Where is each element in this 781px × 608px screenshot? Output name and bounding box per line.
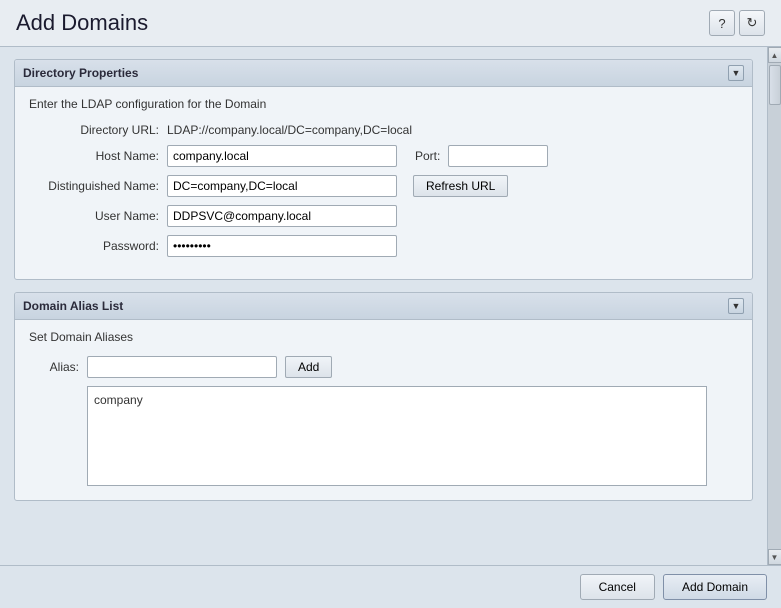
directory-url-label: Directory URL:	[29, 123, 159, 137]
user-name-label: User Name:	[29, 209, 159, 223]
collapse-icon: ▼	[732, 68, 741, 78]
directory-url-row: Directory URL: LDAP://company.local/DC=c…	[29, 123, 738, 137]
domain-alias-collapse-icon: ▼	[732, 301, 741, 311]
password-row: Password:	[29, 235, 738, 257]
host-name-label: Host Name:	[29, 149, 159, 163]
add-alias-button[interactable]: Add	[285, 356, 332, 378]
domain-alias-subtitle: Set Domain Aliases	[29, 330, 738, 344]
user-name-row: User Name:	[29, 205, 738, 227]
directory-properties-subtitle: Enter the LDAP configuration for the Dom…	[29, 97, 738, 111]
domain-alias-panel: Domain Alias List ▼ Set Domain Aliases A…	[14, 292, 753, 501]
host-name-input[interactable]	[167, 145, 397, 167]
refresh-page-icon: ↻	[747, 15, 758, 31]
domain-alias-collapse-button[interactable]: ▼	[728, 298, 744, 314]
content-area: Directory Properties ▼ Enter the LDAP co…	[0, 47, 781, 565]
directory-properties-collapse-button[interactable]: ▼	[728, 65, 744, 81]
main-container: Add Domains ? ↻ Directory Properties ▼	[0, 0, 781, 608]
header: Add Domains ? ↻	[0, 0, 781, 47]
header-icons: ? ↻	[709, 10, 765, 36]
user-name-input[interactable]	[167, 205, 397, 227]
directory-properties-title: Directory Properties	[23, 66, 138, 80]
directory-properties-panel: Directory Properties ▼ Enter the LDAP co…	[14, 59, 753, 280]
directory-url-value: LDAP://company.local/DC=company,DC=local	[167, 123, 412, 137]
distinguished-name-input[interactable]	[167, 175, 397, 197]
domain-alias-panel-header: Domain Alias List ▼	[15, 293, 752, 320]
domain-alias-panel-body: Set Domain Aliases Alias: Add company	[15, 320, 752, 500]
page-title: Add Domains	[16, 10, 148, 36]
port-refresh-group: Port:	[405, 145, 548, 167]
directory-properties-panel-body: Enter the LDAP configuration for the Dom…	[15, 87, 752, 279]
alias-list: company	[87, 386, 707, 486]
domain-alias-title: Domain Alias List	[23, 299, 123, 313]
scrollbar-up-arrow[interactable]: ▲	[768, 47, 781, 63]
scrollbar: ▲ ▼	[767, 47, 781, 565]
host-name-row: Host Name: Port:	[29, 145, 738, 167]
password-label: Password:	[29, 239, 159, 253]
add-domain-button[interactable]: Add Domain	[663, 574, 767, 600]
distinguished-name-row: Distinguished Name: Refresh URL	[29, 175, 738, 197]
distinguished-name-label: Distinguished Name:	[29, 179, 159, 193]
alias-input[interactable]	[87, 356, 277, 378]
scrollbar-thumb[interactable]	[769, 65, 781, 105]
help-icon: ?	[718, 16, 725, 31]
cancel-button[interactable]: Cancel	[580, 574, 655, 600]
scroll-content: Directory Properties ▼ Enter the LDAP co…	[0, 47, 767, 565]
port-label: Port:	[405, 149, 440, 163]
port-input[interactable]	[448, 145, 548, 167]
footer: Cancel Add Domain	[0, 565, 781, 608]
password-input[interactable]	[167, 235, 397, 257]
help-icon-button[interactable]: ?	[709, 10, 735, 36]
scrollbar-down-arrow[interactable]: ▼	[768, 549, 781, 565]
alias-list-item: company	[94, 393, 700, 407]
alias-label: Alias:	[29, 360, 79, 374]
alias-input-row: Alias: Add	[29, 356, 738, 378]
directory-properties-panel-header: Directory Properties ▼	[15, 60, 752, 87]
refresh-url-button[interactable]: Refresh URL	[413, 175, 508, 197]
refresh-icon-button[interactable]: ↻	[739, 10, 765, 36]
